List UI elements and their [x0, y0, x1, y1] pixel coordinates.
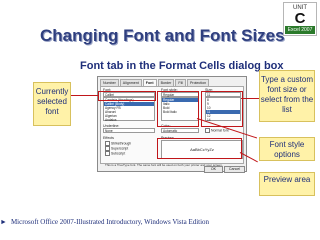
- unit-badge: UNIT C Excel 2007: [283, 2, 317, 36]
- callout-currently-selected-font: Currently selected font: [33, 82, 71, 126]
- size-pointer-line: [241, 98, 260, 99]
- superscript-label: Superscript: [111, 146, 129, 151]
- ok-button[interactable]: OK: [204, 166, 223, 173]
- subscript-checkbox[interactable]: Subscript: [105, 151, 125, 156]
- strikethrough-label: Strikethrough: [111, 141, 132, 146]
- tab-font[interactable]: Font: [142, 79, 157, 86]
- tab-protection[interactable]: Protection: [186, 79, 210, 86]
- dialog-tabs: Number Alignment Font Border Fill Protec…: [100, 79, 210, 86]
- color-select-value: Automatic: [163, 129, 178, 133]
- slide-subtitle: Font tab in the Format Cells dialog box: [80, 60, 284, 72]
- tab-fill[interactable]: Fill: [175, 79, 186, 86]
- underline-select-value: None: [105, 129, 113, 133]
- unit-product: Excel 2007: [285, 26, 315, 34]
- list-item[interactable]: Andalus: [104, 118, 154, 122]
- footer-bullet-icon: ►: [0, 218, 7, 226]
- unit-letter: C: [294, 10, 306, 27]
- slide-footer: ► Microsoft Office 2007-Illustrated Intro…: [0, 218, 209, 226]
- tab-border[interactable]: Border: [157, 79, 175, 86]
- subscript-label: Subscript: [111, 151, 126, 156]
- cancel-button[interactable]: Cancel: [224, 166, 245, 173]
- color-select[interactable]: Automatic: [161, 128, 199, 133]
- checkbox-box: [205, 128, 210, 133]
- tab-number[interactable]: Number: [100, 79, 119, 86]
- normal-font-label: Normal font: [211, 128, 229, 133]
- checkbox-box: [105, 151, 110, 156]
- callout-font-style-options: Font style options: [259, 137, 315, 161]
- effects-label: Effects: [103, 136, 114, 140]
- normal-font-checkbox[interactable]: Normal font: [205, 128, 229, 133]
- slide-title: Changing Font and Font Sizes: [40, 26, 285, 45]
- callout-preview-area: Preview area: [259, 172, 315, 196]
- underline-select[interactable]: None: [103, 128, 155, 133]
- footer-text: Microsoft Office 2007-Illustrated Introd…: [10, 218, 210, 226]
- tab-alignment[interactable]: Alignment: [119, 79, 142, 86]
- callout-type-custom-size: Type a custom font size or select from t…: [259, 70, 315, 122]
- style-highlight-box: [157, 91, 199, 127]
- font-pointer-line: [70, 95, 98, 96]
- preview-highlight-box: [157, 138, 242, 159]
- font-highlight-box: [98, 91, 156, 101]
